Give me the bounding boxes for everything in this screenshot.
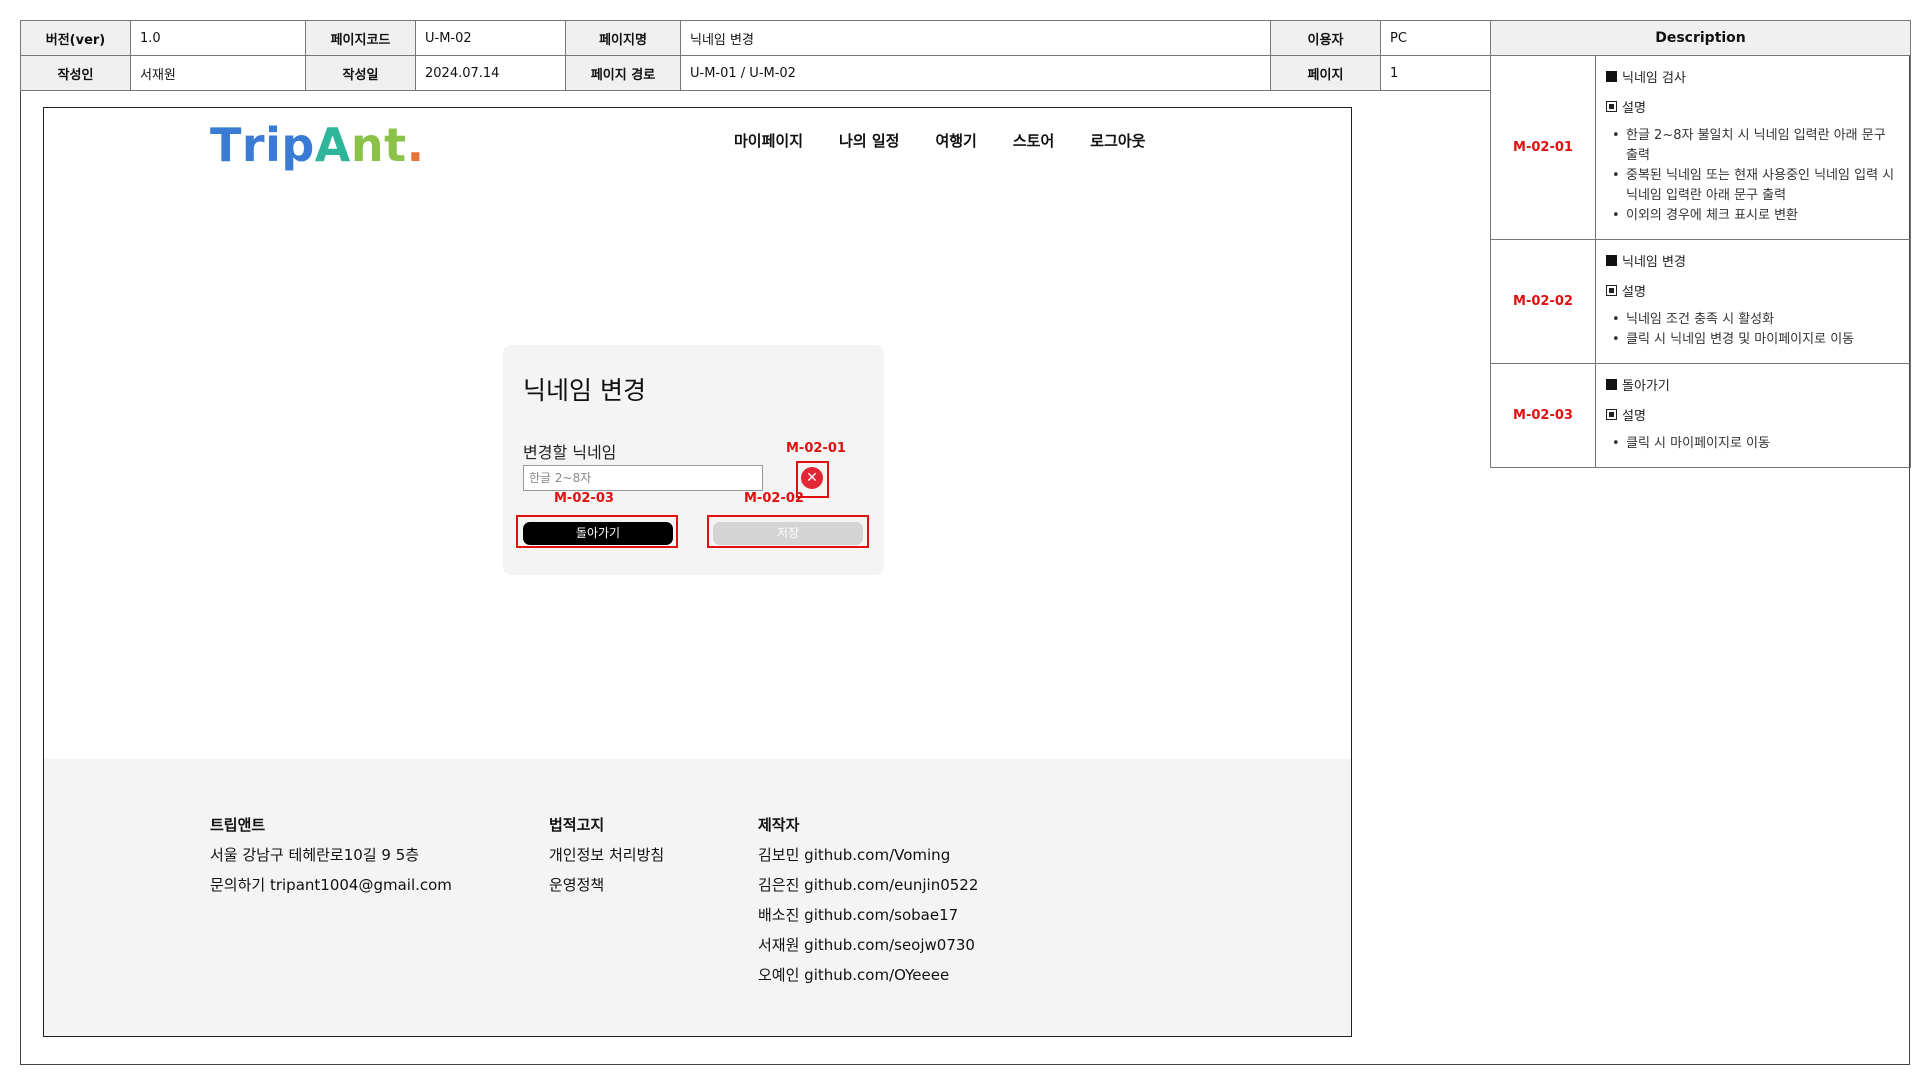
description-panel: Description M-02-01 닉네임 검사 설명 한글 2~8자 불일…	[1490, 20, 1911, 468]
footer-maker-link[interactable]: 배소진 github.com/sobae17	[758, 904, 978, 925]
date-value: 2024.07.14	[415, 55, 566, 91]
footer-legal: 법적고지 개인정보 처리방침 운영정책	[549, 814, 664, 904]
desc-heading: 닉네임 검사	[1622, 70, 1686, 86]
back-button[interactable]: 돌아가기	[523, 522, 673, 545]
page-number-value: 1	[1380, 55, 1491, 91]
page-number-label: 페이지	[1270, 55, 1381, 91]
footer-makers: 제작자 김보민 github.com/Voming 김은진 github.com…	[758, 814, 978, 994]
version-label: 버전(ver)	[20, 20, 131, 56]
desc-id: M-02-01	[1490, 55, 1596, 240]
boxed-square-icon	[1606, 408, 1617, 420]
author-value: 서재원	[130, 55, 306, 91]
desc-sub: 설명	[1622, 100, 1646, 116]
desc-bullet: 클릭 시 닉네임 변경 및 마이페이지로 이동	[1612, 330, 1900, 350]
desc-sub: 설명	[1622, 284, 1646, 300]
boxed-square-icon	[1606, 100, 1617, 112]
footer-company: 트립앤트 서울 강남구 테헤란로10길 9 5층 문의하기 tripant100…	[210, 814, 452, 904]
filled-square-icon	[1606, 378, 1617, 390]
nickname-label: 변경할 닉네임	[523, 443, 617, 462]
footer-contact: 문의하기 tripant1004@gmail.com	[210, 876, 452, 894]
desc-bullet: 이외의 경우에 체크 표시로 변환	[1612, 206, 1900, 226]
user-value: PC	[1380, 20, 1491, 56]
desc-bullet: 닉네임 조건 충족 시 활성화	[1612, 310, 1900, 330]
footer-maker-link[interactable]: 김은진 github.com/eunjin0522	[758, 874, 978, 895]
version-value: 1.0	[130, 20, 306, 56]
card-title: 닉네임 변경	[523, 376, 646, 405]
site-footer: 트립앤트 서울 강남구 테헤란로10길 9 5층 문의하기 tripant100…	[44, 759, 1351, 1036]
page-mockup: TripAnt. 마이페이지 나의 일정 여행기 스토어 로그아웃 닉네임 변경…	[43, 107, 1352, 1037]
footer-heading: 법적고지	[549, 816, 605, 834]
page-code-label: 페이지코드	[305, 20, 416, 56]
footer-heading: 제작자	[758, 816, 800, 834]
date-label: 작성일	[305, 55, 416, 91]
footer-policy-link[interactable]: 운영정책	[549, 874, 664, 895]
desc-bullet: 한글 2~8자 불일치 시 닉네임 입력란 아래 문구 출력	[1612, 126, 1900, 166]
footer-maker-link[interactable]: 서재원 github.com/seojw0730	[758, 934, 978, 955]
filled-square-icon	[1606, 254, 1617, 266]
page-path-label: 페이지 경로	[565, 55, 681, 91]
footer-heading: 트립앤트	[210, 816, 266, 834]
nickname-change-card: 닉네임 변경 변경할 닉네임 M-02-01 ✕ M-02-03 M-02-02…	[503, 345, 884, 575]
page-name-value: 닉네임 변경	[680, 20, 1271, 56]
footer-maker-link[interactable]: 김보민 github.com/Voming	[758, 844, 978, 865]
nav-my-schedule[interactable]: 나의 일정	[839, 130, 899, 151]
nav-mypage[interactable]: 마이페이지	[734, 130, 803, 151]
top-nav: 마이페이지 나의 일정 여행기 스토어 로그아웃	[734, 130, 1145, 151]
description-title: Description	[1490, 20, 1911, 56]
desc-sub: 설명	[1622, 408, 1646, 424]
save-button[interactable]: 저장	[713, 522, 863, 545]
nav-store[interactable]: 스토어	[1013, 130, 1054, 151]
desc-id: M-02-02	[1490, 239, 1596, 364]
page-path-value: U-M-01 / U-M-02	[680, 55, 1271, 91]
boxed-square-icon	[1606, 284, 1617, 296]
filled-square-icon	[1606, 70, 1617, 82]
spec-header-table: 버전(ver) 1.0 페이지코드 U-M-02 페이지명 닉네임 변경 이용자…	[20, 20, 1491, 91]
footer-address: 서울 강남구 테헤란로10길 9 5층	[210, 846, 420, 864]
nav-logout[interactable]: 로그아웃	[1090, 130, 1145, 151]
nickname-invalid-icon[interactable]: ✕	[801, 467, 823, 489]
annotation-tag: M-02-03	[554, 491, 614, 506]
desc-heading: 닉네임 변경	[1622, 254, 1686, 270]
user-label: 이용자	[1270, 20, 1381, 56]
desc-heading: 돌아가기	[1622, 378, 1670, 394]
nickname-input[interactable]	[523, 465, 763, 491]
tripant-logo[interactable]: TripAnt.	[210, 118, 425, 172]
nav-travelogue[interactable]: 여행기	[935, 130, 976, 151]
author-label: 작성인	[20, 55, 131, 91]
page-code-value: U-M-02	[415, 20, 566, 56]
annotation-tag: M-02-02	[744, 491, 804, 506]
footer-privacy-link[interactable]: 개인정보 처리방침	[549, 844, 664, 865]
page-name-label: 페이지명	[565, 20, 681, 56]
logo-text: TripAnt.	[210, 118, 425, 172]
annotation-tag: M-02-01	[786, 441, 846, 456]
desc-bullet: 클릭 시 마이페이지로 이동	[1612, 434, 1900, 454]
desc-id: M-02-03	[1490, 363, 1596, 468]
desc-bullet: 중복된 닉네임 또는 현재 사용중인 닉네임 입력 시 닉네임 입력란 아래 문…	[1612, 166, 1900, 206]
footer-maker-link[interactable]: 오예인 github.com/OYeeee	[758, 964, 978, 985]
